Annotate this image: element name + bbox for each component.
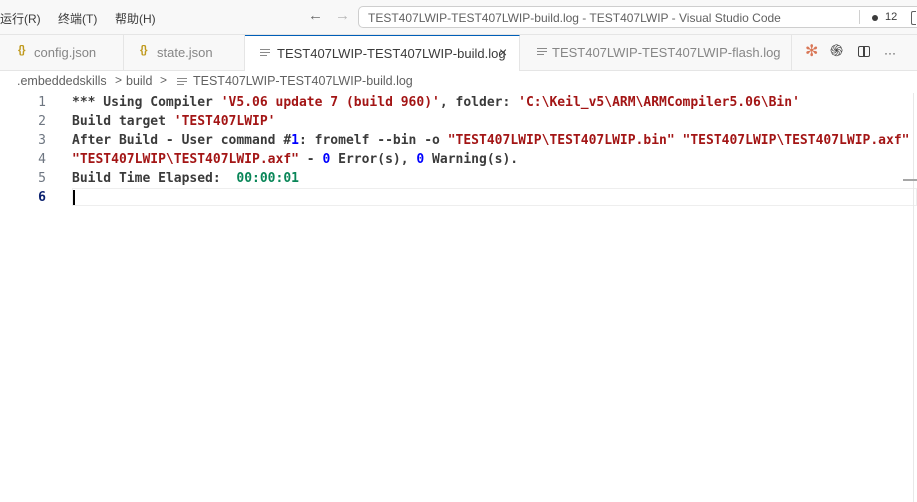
scrollbar-track[interactable]	[913, 93, 914, 502]
breadcrumb-folder-build[interactable]: build	[126, 74, 152, 88]
code-number: 1	[291, 133, 299, 148]
code-string: 'TEST407LWIP'	[173, 114, 276, 129]
line-number: 5	[38, 171, 46, 186]
editor-actions: ✻ ֍ ···	[792, 35, 917, 70]
chevron-right-icon: >	[115, 73, 123, 87]
tab-label: TEST407LWIP-TEST407LWIP-build.log	[277, 46, 506, 61]
problems-dot-icon	[872, 15, 878, 21]
code-line: Build target 'TEST407LWIP'	[72, 112, 276, 131]
code-line: Build Time Elapsed: 00:00:01	[72, 169, 299, 188]
code-string: "TEST407LWIP\TEST407LWIP.axf"	[682, 133, 910, 148]
line-number: 2	[38, 114, 46, 129]
tab-label: state.json	[157, 45, 213, 60]
tab-flash-log[interactable]: TEST407LWIP-TEST407LWIP-flash.log	[520, 35, 792, 70]
scrollbar-cursor-marker	[903, 179, 917, 181]
code-text: Warning(s).	[424, 152, 519, 167]
tab-build-log[interactable]: TEST407LWIP-TEST407LWIP-build.log ×	[245, 35, 520, 71]
line-number-current: 6	[38, 190, 46, 205]
tab-config-json[interactable]: {} config.json	[0, 35, 124, 70]
title-bar: 运行(R) 终端(T) 帮助(H) ← → TEST407LWIP-TEST40…	[0, 0, 917, 35]
code-string: 'V5.06 update 7 (build 960)'	[220, 95, 440, 110]
line-number: 4	[38, 152, 46, 167]
back-arrow-icon[interactable]: ←	[308, 8, 323, 24]
code-text: Build target	[72, 114, 174, 129]
tab-label: config.json	[34, 45, 97, 60]
tab-state-json[interactable]: {} state.json	[124, 35, 245, 70]
file-lines-icon	[260, 49, 270, 58]
split-editor-icon[interactable]	[858, 46, 870, 57]
command-center[interactable]: TEST407LWIP-TEST407LWIP-build.log - TEST…	[358, 6, 917, 28]
breadcrumb: .embeddedskills > build > TEST407LWIP-TE…	[0, 71, 917, 93]
code-line: After Build - User command #1: fromelf -…	[72, 131, 910, 150]
breadcrumb-file[interactable]: TEST407LWIP-TEST407LWIP-build.log	[193, 74, 413, 88]
claude-icon[interactable]: ✻	[805, 44, 818, 60]
code-text: Build Time Elapsed:	[72, 171, 237, 186]
tab-label: TEST407LWIP-TEST407LWIP-flash.log	[552, 45, 781, 60]
command-center-divider	[859, 10, 860, 24]
code-string: 'C:\Keil_v5\ARM\ARMCompiler5.06\Bin'	[518, 95, 800, 110]
code-text: , folder:	[439, 95, 519, 110]
code-text: Error(s),	[330, 152, 417, 167]
file-lines-icon	[537, 48, 547, 57]
code-text: *** Using Compiler	[72, 95, 221, 110]
code-line: "TEST407LWIP\TEST407LWIP.axf" - 0 Error(…	[72, 150, 518, 169]
close-icon[interactable]: ×	[499, 45, 507, 59]
line-number: 1	[38, 95, 46, 110]
editor-tab-bar: {} config.json {} state.json TEST407LWIP…	[0, 35, 917, 71]
editor-area[interactable]: 1 2 3 4 5 6 *** Using Compiler 'V5.06 up…	[0, 93, 917, 502]
window-title: TEST407LWIP-TEST407LWIP-build.log - TEST…	[368, 11, 781, 25]
current-line-highlight	[72, 188, 917, 206]
more-actions-icon[interactable]: ···	[884, 45, 896, 61]
chatgpt-icon[interactable]: ֍	[830, 44, 843, 60]
code-string: "TEST407LWIP\TEST407LWIP.axf"	[72, 152, 299, 167]
breadcrumb-folder-embeddedskills[interactable]: .embeddedskills	[17, 74, 107, 88]
line-number: 3	[38, 133, 46, 148]
code-number: 00:00:01	[236, 171, 299, 186]
menu-terminal[interactable]: 终端(T)	[58, 10, 97, 27]
forward-arrow-icon[interactable]: →	[335, 8, 350, 24]
layout-icon[interactable]	[911, 11, 916, 25]
json-braces-icon: {}	[18, 44, 26, 56]
file-lines-icon	[177, 78, 187, 87]
code-text: After Build - User command #	[72, 133, 292, 148]
json-braces-icon: {}	[140, 44, 148, 56]
code-string: "TEST407LWIP\TEST407LWIP.bin"	[447, 133, 675, 148]
menu-run[interactable]: 运行(R)	[0, 10, 41, 27]
code-line: *** Using Compiler 'V5.06 update 7 (buil…	[72, 93, 800, 112]
menu-help[interactable]: 帮助(H)	[115, 10, 156, 27]
chevron-right-icon: >	[160, 73, 168, 87]
problems-count[interactable]: 12	[885, 11, 897, 23]
text-cursor	[73, 190, 75, 205]
code-text: -	[298, 152, 323, 167]
code-text: : fromelf --bin -o	[298, 133, 448, 148]
